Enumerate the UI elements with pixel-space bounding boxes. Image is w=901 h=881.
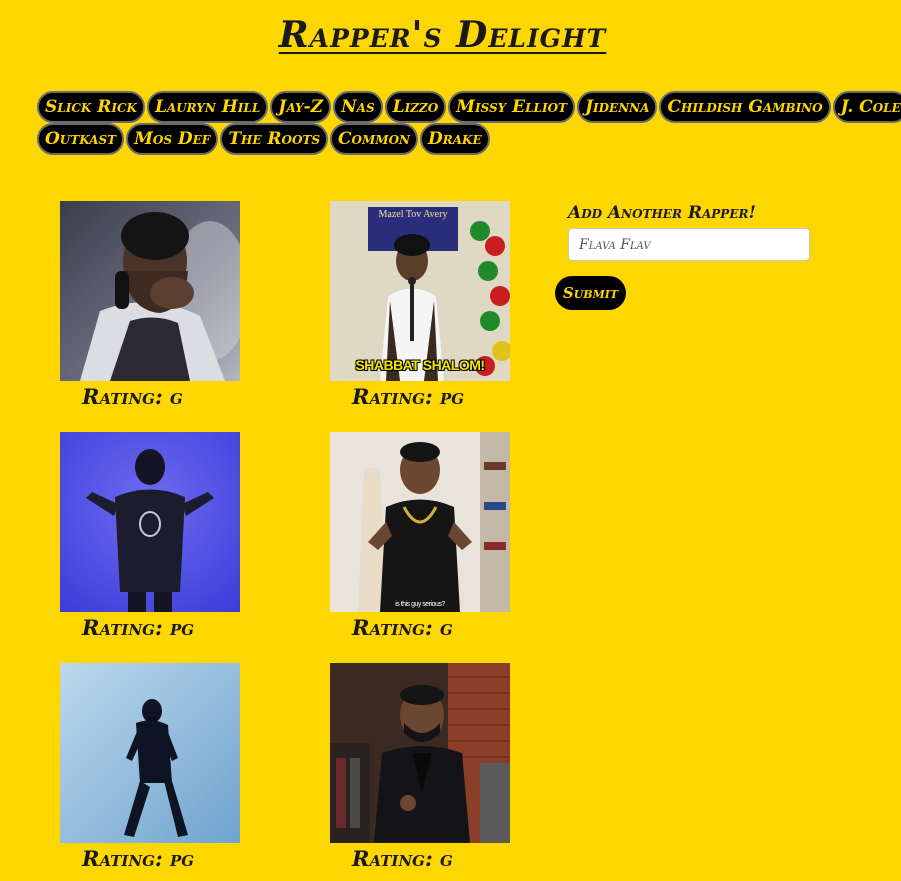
gif-image[interactable] [60, 432, 240, 612]
gif-image[interactable] [330, 663, 510, 843]
gif-rating: Rating: pg [82, 615, 195, 640]
gif-rating: Rating: g [352, 615, 453, 640]
page-title: Rapper's Delight [278, 14, 607, 56]
gif-image[interactable]: SHABBAT SHALOM! Mazel Tov Avery [330, 201, 510, 381]
rapper-button-j-cole[interactable]: J. Cole [832, 91, 901, 123]
rapper-button-lizzo[interactable]: Lizzo [384, 91, 447, 123]
add-rapper-input[interactable] [568, 228, 810, 261]
gif-rating: Rating: g [352, 846, 453, 871]
gif-card: Rating: g [60, 201, 240, 409]
rapper-button-drake[interactable]: Drake [420, 123, 490, 155]
rapper-button-slick-rick[interactable]: Slick Rick [37, 91, 145, 123]
gif-card: Rating: pg [60, 432, 240, 640]
page: Rapper's Delight Slick Rick Lauryn Hill … [0, 0, 901, 881]
gif-card: is this guy serious? Rating: g [330, 432, 510, 640]
gif-rating: Rating: pg [82, 846, 195, 871]
rapper-button-childish-gambino[interactable]: Childish Gambino [659, 91, 831, 123]
gif-card: SHABBAT SHALOM! Mazel Tov Avery Rating: … [330, 201, 510, 409]
rapper-buttons-row-1: Slick Rick Lauryn Hill Jay-Z Nas Lizzo M… [37, 91, 901, 123]
rapper-buttons-row-2: Outkast Mos Def The Roots Common Drake [37, 123, 897, 155]
rapper-button-jidenna[interactable]: Jidenna [576, 91, 658, 123]
gif-image[interactable] [60, 201, 240, 381]
rapper-button-lauryn-hill[interactable]: Lauryn Hill [146, 91, 269, 123]
rapper-button-jay-z[interactable]: Jay-Z [270, 91, 332, 123]
gif-caption: is this guy serious? [395, 601, 445, 608]
rapper-button-the-roots[interactable]: The Roots [220, 123, 329, 155]
gif-rating: Rating: g [82, 384, 183, 409]
gif-banner: Mazel Tov Avery [378, 209, 448, 220]
submit-button[interactable]: Submit [555, 276, 626, 310]
gif-caption: SHABBAT SHALOM! [355, 357, 485, 373]
gif-image[interactable]: is this guy serious? [330, 432, 510, 612]
gif-card: Rating: g [330, 663, 510, 871]
gif-image[interactable] [60, 663, 240, 843]
gif-rating: Rating: pg [352, 384, 465, 409]
rapper-button-outkast[interactable]: Outkast [37, 123, 125, 155]
rapper-button-nas[interactable]: Nas [333, 91, 383, 123]
rapper-button-common[interactable]: Common [330, 123, 418, 155]
rapper-button-missy-elliot[interactable]: Missy Elliot [448, 91, 575, 123]
rapper-button-mos-def[interactable]: Mos Def [126, 123, 219, 155]
add-rapper-label: Add Another Rapper! [568, 203, 756, 223]
gif-card: Rating: pg [60, 663, 240, 871]
